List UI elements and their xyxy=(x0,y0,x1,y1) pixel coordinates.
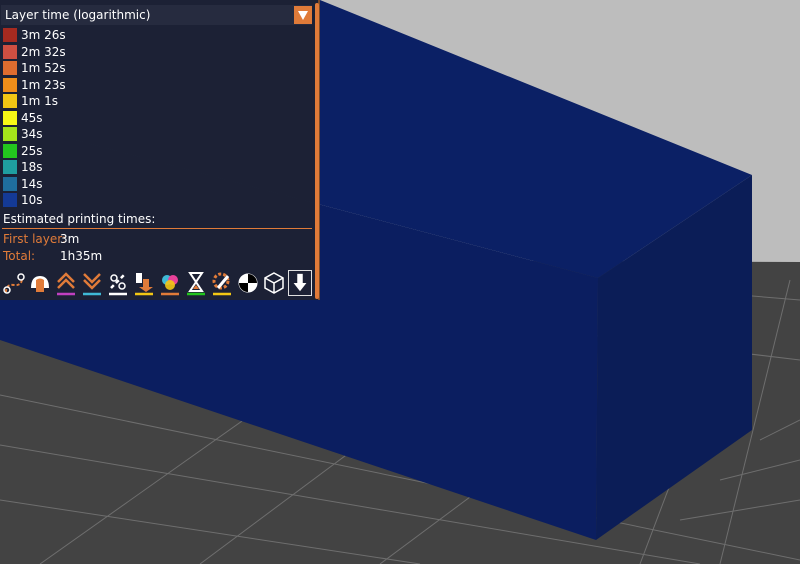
seams-icon xyxy=(109,274,127,296)
divider xyxy=(2,228,312,229)
view-type-label: Layer time (logarithmic) xyxy=(5,8,151,22)
pause-prints-icon xyxy=(187,272,205,296)
retractions-button[interactable] xyxy=(54,270,78,296)
legend-swatch xyxy=(3,28,17,42)
legend-label: 10s xyxy=(21,193,43,207)
legend-swatch xyxy=(3,61,17,75)
legend-label: 34s xyxy=(21,127,43,141)
view-type-combo[interactable]: Layer time (logarithmic) xyxy=(1,5,312,25)
legend-swatch xyxy=(3,94,17,108)
legend-label: 14s xyxy=(21,177,43,191)
legend-label: 1m 52s xyxy=(21,61,66,75)
legend-label: 2m 32s xyxy=(21,45,66,59)
chevron-down-icon[interactable] xyxy=(294,6,312,24)
total-label: Total: xyxy=(3,249,36,263)
custom-gcodes-button[interactable] xyxy=(210,270,234,296)
color-changes-button[interactable] xyxy=(158,270,182,296)
tool-marker-icon xyxy=(293,273,307,292)
seams-button[interactable] xyxy=(106,270,130,296)
retractions-icon xyxy=(57,272,75,296)
legend-swatch xyxy=(3,177,17,191)
color-changes-icon xyxy=(161,275,179,296)
legend-swatch xyxy=(3,144,17,158)
legend-label: 18s xyxy=(21,160,43,174)
first-layer-value: 3m xyxy=(60,232,80,246)
legend-swatch xyxy=(3,160,17,174)
wipe-icon xyxy=(31,276,49,292)
legend-swatch xyxy=(3,45,17,59)
legend-panel: Layer time (logarithmic) 3m 26s 2m 32s 1… xyxy=(0,0,320,300)
shells-icon xyxy=(264,272,284,294)
legend-label: 25s xyxy=(21,144,43,158)
travel-icon xyxy=(3,273,25,294)
center-of-gravity-button[interactable] xyxy=(236,270,260,296)
legend-swatch xyxy=(3,193,17,207)
legend-swatch xyxy=(3,111,17,125)
tool-changes-button[interactable] xyxy=(132,270,156,296)
pause-prints-button[interactable] xyxy=(184,270,208,296)
deretractions-button[interactable] xyxy=(80,270,104,296)
tool-marker-button[interactable] xyxy=(288,270,312,296)
shells-button[interactable] xyxy=(262,270,286,296)
legend-label: 3m 26s xyxy=(21,28,66,42)
panel-scrollbar[interactable] xyxy=(315,3,319,299)
legend-label: 1m 1s xyxy=(21,94,59,108)
tool-changes-icon xyxy=(135,273,153,296)
custom-gcodes-icon xyxy=(212,272,231,296)
deretractions-icon xyxy=(83,273,101,296)
legend-swatch xyxy=(3,78,17,92)
estimates-heading: Estimated printing times: xyxy=(3,212,156,226)
legend-label: 1m 23s xyxy=(21,78,66,92)
center-of-gravity-icon xyxy=(238,273,258,293)
wipe-button[interactable] xyxy=(28,270,52,296)
legend-swatch xyxy=(3,127,17,141)
total-value: 1h35m xyxy=(60,249,103,263)
travel-button[interactable] xyxy=(2,270,26,296)
legend-label: 45s xyxy=(21,111,43,125)
first-layer-label: First layer: xyxy=(3,232,67,246)
